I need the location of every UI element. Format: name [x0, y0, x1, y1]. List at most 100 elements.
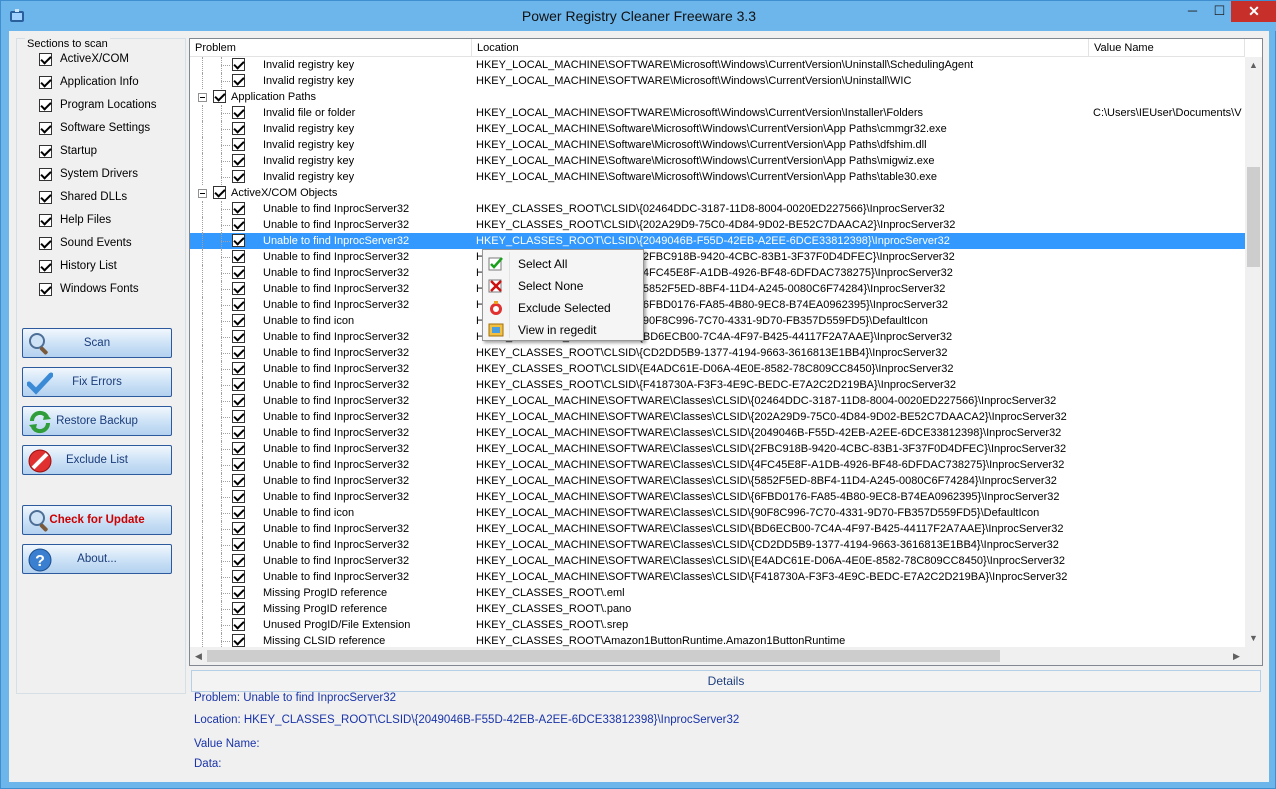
- row-checkbox[interactable]: [232, 378, 245, 391]
- table-row[interactable]: Unable to find InprocServer32 HKEY_CLASSE…: [190, 377, 1245, 393]
- about-button[interactable]: ? About...: [22, 544, 172, 574]
- checkbox[interactable]: [39, 236, 52, 250]
- vertical-scrollbar[interactable]: ▲ ▼: [1245, 57, 1262, 647]
- scan-button[interactable]: Scan: [22, 328, 172, 358]
- checkbox[interactable]: [39, 190, 52, 204]
- section-checkbox-item[interactable]: Help Files: [39, 212, 111, 228]
- section-checkbox-item[interactable]: Sound Events: [39, 235, 132, 251]
- checkbox[interactable]: [39, 98, 52, 112]
- row-checkbox[interactable]: [232, 58, 245, 71]
- table-row[interactable]: Missing ProgID reference HKEY_CLASSES_ROO…: [190, 585, 1245, 601]
- results-tree-list[interactable]: Problem Location Value Name Invalid regi…: [189, 38, 1263, 666]
- collapse-toggle-icon[interactable]: [198, 93, 207, 102]
- row-checkbox[interactable]: [232, 330, 245, 343]
- table-row[interactable]: Unable to find InprocServer32 HKEY_LOCAL_…: [190, 425, 1245, 441]
- table-row[interactable]: Unable to find InprocServer32 HKEY_CLASSE…: [190, 201, 1245, 217]
- table-row[interactable]: Invalid registry key HKEY_LOCAL_MACHINE\S…: [190, 121, 1245, 137]
- horizontal-scrollbar[interactable]: ◀ ▶: [190, 647, 1245, 665]
- section-checkbox-item[interactable]: Software Settings: [39, 120, 150, 136]
- table-row[interactable]: Unable to find InprocServer32 HKEY_LOCAL_…: [190, 473, 1245, 489]
- table-row[interactable]: Unable to find InprocServer32 HKEY_CLASSE…: [190, 297, 1245, 313]
- table-row[interactable]: Unable to find InprocServer32 HKEY_LOCAL_…: [190, 521, 1245, 537]
- table-row[interactable]: Invalid registry key HKEY_LOCAL_MACHINE\S…: [190, 73, 1245, 89]
- close-button[interactable]: ✕: [1231, 1, 1276, 22]
- section-checkbox-item[interactable]: ActiveX/COM: [39, 51, 129, 67]
- table-row[interactable]: Unable to find InprocServer32 HKEY_CLASSE…: [190, 249, 1245, 265]
- scroll-down-arrow-icon[interactable]: ▼: [1245, 630, 1262, 647]
- table-row[interactable]: Invalid registry key HKEY_LOCAL_MACHINE\S…: [190, 153, 1245, 169]
- row-checkbox[interactable]: [232, 586, 245, 599]
- table-row[interactable]: Unable to find InprocServer32 HKEY_LOCAL_…: [190, 553, 1245, 569]
- section-checkbox-item[interactable]: History List: [39, 258, 117, 274]
- section-checkbox-item[interactable]: Application Info: [39, 74, 139, 90]
- row-checkbox[interactable]: [232, 202, 245, 215]
- row-checkbox[interactable]: [232, 234, 245, 247]
- section-checkbox-item[interactable]: Startup: [39, 143, 97, 159]
- table-row[interactable]: Unused ProgID/File Extension HKEY_CLASSES…: [190, 617, 1245, 633]
- section-checkbox-item[interactable]: Windows Fonts: [39, 281, 139, 297]
- row-checkbox[interactable]: [232, 218, 245, 231]
- row-checkbox[interactable]: [232, 426, 245, 439]
- table-row[interactable]: Unable to find InprocServer32 HKEY_CLASSE…: [190, 265, 1245, 281]
- row-checkbox[interactable]: [232, 394, 245, 407]
- check-for-update-button[interactable]: Check for Update: [22, 505, 172, 535]
- row-checkbox[interactable]: [232, 490, 245, 503]
- row-checkbox[interactable]: [232, 506, 245, 519]
- row-checkbox[interactable]: [232, 570, 245, 583]
- row-checkbox[interactable]: [232, 154, 245, 167]
- checkbox[interactable]: [39, 282, 52, 296]
- row-checkbox[interactable]: [232, 138, 245, 151]
- row-checkbox[interactable]: [232, 250, 245, 263]
- table-row[interactable]: Invalid registry key HKEY_LOCAL_MACHINE\S…: [190, 169, 1245, 185]
- title-bar[interactable]: Power Registry Cleaner Freeware 3.3 ─ ☐ …: [1, 1, 1276, 31]
- row-checkbox[interactable]: [232, 346, 245, 359]
- scroll-up-arrow-icon[interactable]: ▲: [1245, 57, 1262, 74]
- row-checkbox[interactable]: [213, 186, 226, 199]
- table-row[interactable]: Unable to find InprocServer32 HKEY_CLASSE…: [190, 361, 1245, 377]
- table-row[interactable]: Unable to find InprocServer32 HKEY_CLASSE…: [190, 281, 1245, 297]
- table-row[interactable]: Missing ProgID reference HKEY_CLASSES_ROO…: [190, 601, 1245, 617]
- table-row[interactable]: Unable to find InprocServer32 HKEY_CLASSE…: [190, 329, 1245, 345]
- tree-group-row[interactable]: ActiveX/COM Objects: [190, 185, 1245, 201]
- row-checkbox[interactable]: [232, 362, 245, 375]
- table-row[interactable]: Unable to find icon HKEY_LOCAL_MACHINE\SO…: [190, 505, 1245, 521]
- table-row[interactable]: Unable to find InprocServer32 HKEY_LOCAL_…: [190, 393, 1245, 409]
- fix-errors-button[interactable]: Fix Errors: [22, 367, 172, 397]
- row-checkbox[interactable]: [232, 298, 245, 311]
- row-checkbox[interactable]: [232, 538, 245, 551]
- table-row[interactable]: Unable to find icon HKEY_CLASSES_ROOT\CLS…: [190, 313, 1245, 329]
- table-row[interactable]: Unable to find InprocServer32 HKEY_LOCAL_…: [190, 457, 1245, 473]
- table-row[interactable]: Invalid file or folder HKEY_LOCAL_MACHINE…: [190, 105, 1245, 121]
- table-row[interactable]: Unable to find InprocServer32 HKEY_CLASSE…: [190, 345, 1245, 361]
- row-checkbox[interactable]: [232, 634, 245, 647]
- row-checkbox[interactable]: [232, 618, 245, 631]
- row-checkbox[interactable]: [232, 554, 245, 567]
- checkbox[interactable]: [39, 52, 52, 66]
- vertical-scroll-thumb[interactable]: [1247, 167, 1260, 267]
- row-checkbox[interactable]: [232, 474, 245, 487]
- row-checkbox[interactable]: [232, 106, 245, 119]
- row-checkbox[interactable]: [232, 522, 245, 535]
- row-checkbox[interactable]: [232, 74, 245, 87]
- table-row[interactable]: Invalid registry key HKEY_LOCAL_MACHINE\S…: [190, 57, 1245, 73]
- column-header-problem[interactable]: Problem: [190, 39, 472, 57]
- row-checkbox[interactable]: [232, 266, 245, 279]
- row-checkbox[interactable]: [232, 122, 245, 135]
- minimize-button[interactable]: ─: [1179, 1, 1206, 22]
- exclude-list-button[interactable]: Exclude List: [22, 445, 172, 475]
- checkbox[interactable]: [39, 167, 52, 181]
- table-row[interactable]: Unable to find InprocServer32 HKEY_LOCAL_…: [190, 441, 1245, 457]
- scroll-right-arrow-icon[interactable]: ▶: [1228, 647, 1245, 665]
- tree-group-row[interactable]: Application Paths: [190, 89, 1245, 105]
- row-checkbox[interactable]: [232, 410, 245, 423]
- column-header-value-name[interactable]: Value Name: [1089, 39, 1245, 57]
- row-checkbox[interactable]: [213, 90, 226, 103]
- table-row[interactable]: Invalid registry key HKEY_LOCAL_MACHINE\S…: [190, 137, 1245, 153]
- menu-item-exclude-selected[interactable]: Exclude Selected: [485, 297, 641, 319]
- table-row[interactable]: Unable to find InprocServer32 HKEY_LOCAL_…: [190, 569, 1245, 585]
- row-checkbox[interactable]: [232, 170, 245, 183]
- row-checkbox[interactable]: [232, 282, 245, 295]
- collapse-toggle-icon[interactable]: [198, 189, 207, 198]
- table-row[interactable]: Unable to find InprocServer32 HKEY_LOCAL_…: [190, 409, 1245, 425]
- column-header-location[interactable]: Location: [472, 39, 1089, 57]
